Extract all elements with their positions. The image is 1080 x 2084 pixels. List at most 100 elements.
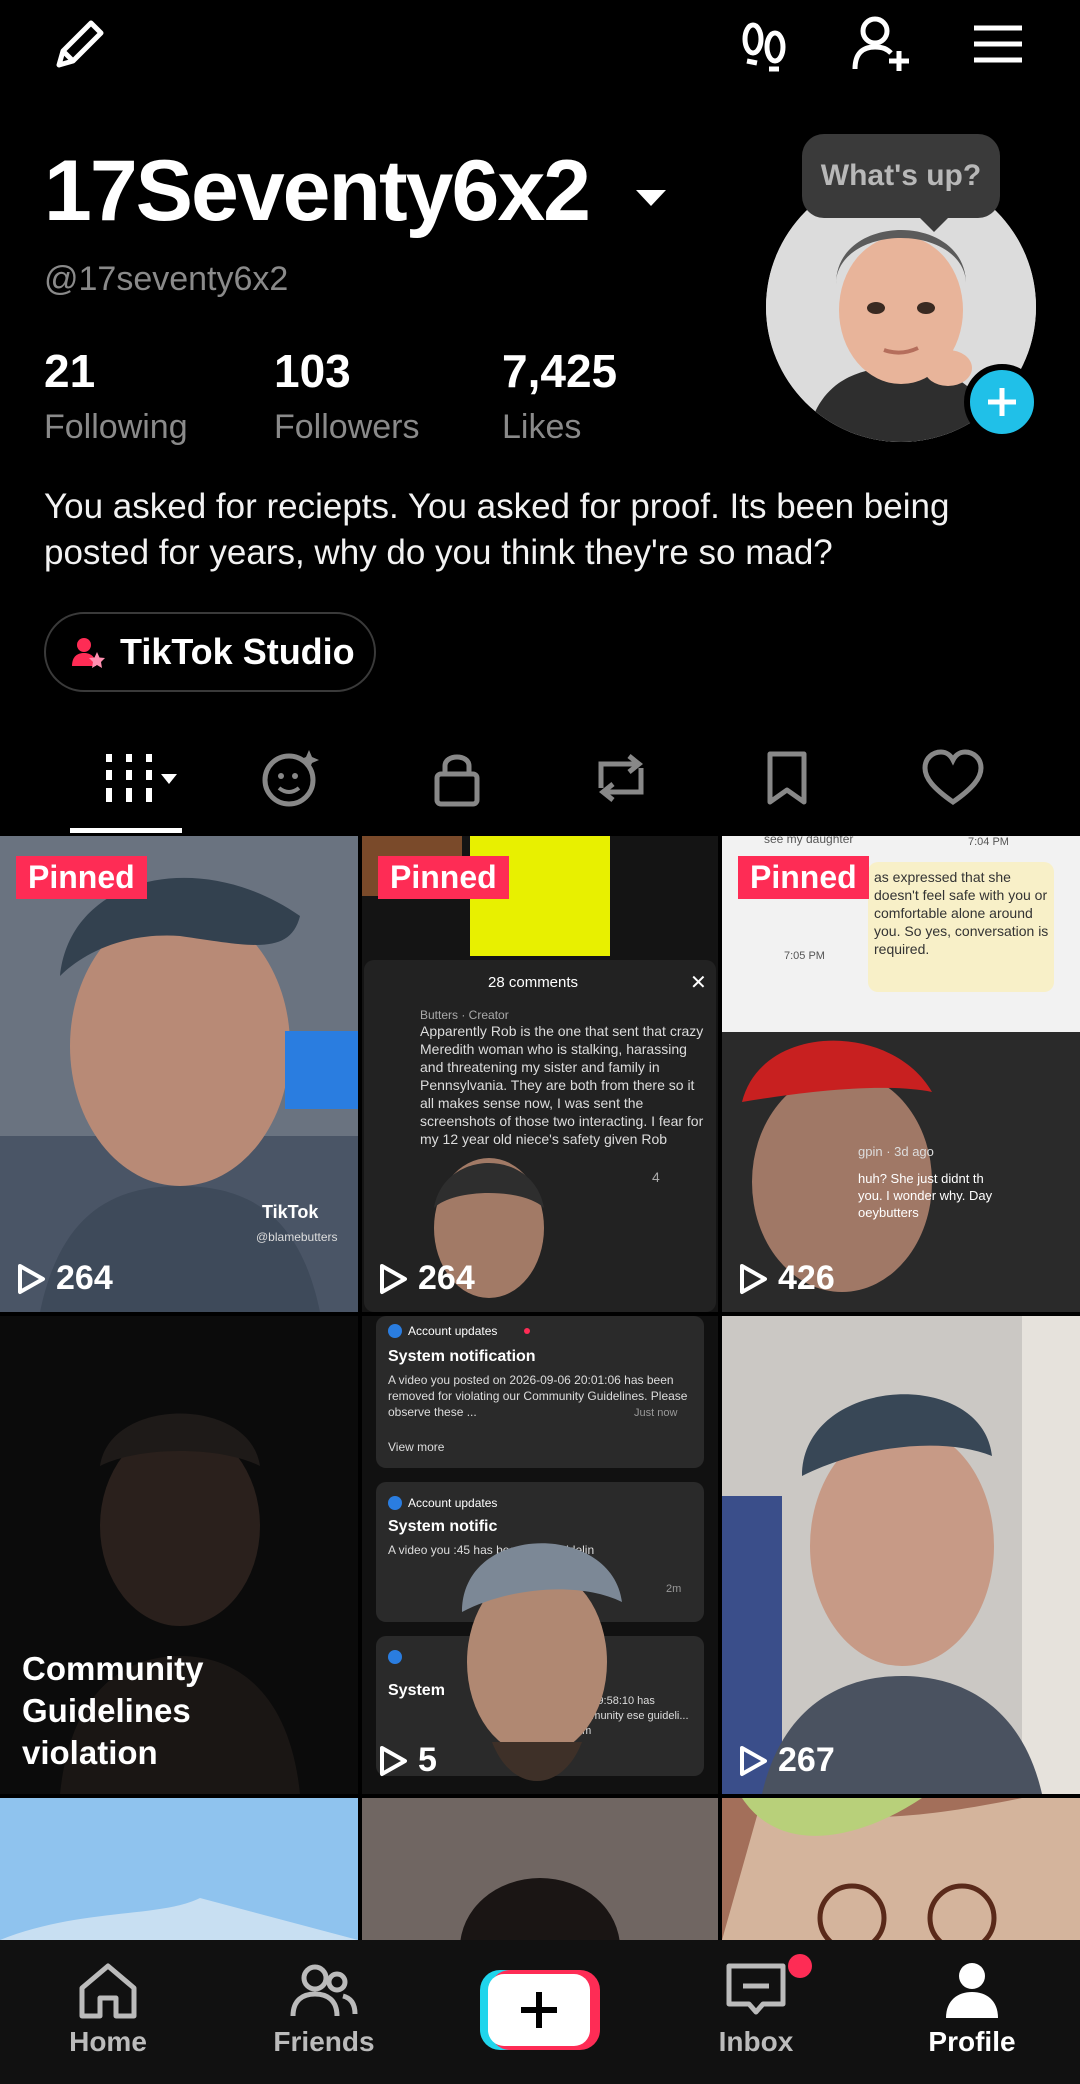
view-count: 5 — [378, 1741, 437, 1780]
bookmark-icon — [767, 751, 807, 805]
profile-tabs — [0, 722, 1080, 834]
friends-icon — [290, 1964, 358, 2017]
tab-private[interactable] — [402, 722, 512, 834]
view-count: 264 — [16, 1259, 113, 1298]
nav-label: Home — [69, 2026, 147, 2057]
play-icon — [740, 1263, 767, 1294]
username[interactable]: 17Seventy6x2 — [44, 148, 591, 234]
edit-icon[interactable] — [44, 8, 116, 80]
bio: You asked for reciepts. You asked for pr… — [44, 487, 950, 572]
heart-icon — [922, 749, 984, 806]
stat-value: 21 — [44, 345, 96, 397]
stat-label: Followers — [274, 408, 420, 446]
chat-message: as expressed that she doesn't feel safe … — [874, 869, 1049, 957]
grid-video-2[interactable]: 28 comments ✕ Butters · Creator Apparent… — [362, 836, 718, 1312]
play-icon — [380, 1263, 407, 1294]
repost-icon — [598, 754, 644, 802]
view-count-value: 267 — [778, 1741, 835, 1779]
notification-time: Just now — [634, 1407, 678, 1419]
stat-followers[interactable]: 103 Followers — [274, 348, 419, 447]
notification-time: 2m — [666, 1583, 682, 1595]
view-count: 264 — [378, 1259, 475, 1298]
view-count: 267 — [738, 1741, 835, 1780]
view-more: View more — [388, 1440, 445, 1454]
play-icon — [380, 1745, 407, 1776]
nav-label: Friends — [273, 2026, 375, 2057]
stat-label: Likes — [502, 408, 582, 446]
account-updates-icon — [388, 1650, 402, 1664]
create-button[interactable] — [480, 1970, 600, 2050]
stat-value: 103 — [274, 345, 351, 397]
comment-body: Apparently Rob is the one that sent that… — [420, 1023, 704, 1147]
user-handle: @17seventy6x2 — [44, 260, 289, 298]
nav-label: Inbox — [718, 2026, 794, 2057]
active-tab-indicator — [70, 828, 182, 833]
tab-reposts-ai[interactable] — [236, 722, 346, 834]
grid-video-5[interactable]: Account updates System notification A vi… — [362, 1316, 718, 1794]
nav-friends[interactable]: Friends — [244, 1940, 404, 2084]
account-updates-icon — [388, 1496, 402, 1510]
tiktok-watermark: TikTok — [262, 1202, 319, 1222]
grid-video-1[interactable]: Pinned TikTok @blamebutters 264 — [0, 836, 358, 1312]
caption-text: huh? She just didnt th you. I wonder why… — [858, 1171, 993, 1220]
pinned-badge: Pinned — [378, 856, 509, 899]
play-icon — [18, 1263, 45, 1294]
view-count-value: 426 — [778, 1259, 835, 1297]
home-icon — [79, 1963, 137, 2019]
chat-time-1: 7:04 PM — [968, 836, 1009, 848]
nav-label: Profile — [928, 2026, 1016, 2057]
view-count: 426 — [738, 1259, 835, 1298]
close-icon: ✕ — [690, 972, 707, 994]
comment-likes: 4 — [652, 1169, 660, 1185]
tab-saved[interactable] — [732, 722, 842, 834]
grid-video-7[interactable] — [0, 1798, 358, 1940]
stat-following[interactable]: 21 Following — [44, 348, 188, 447]
watermark-handle: @blamebutters — [256, 1230, 338, 1244]
violation-overlay: Community Guidelines violation — [22, 1650, 204, 1771]
unread-dot — [524, 1328, 530, 1334]
studio-icon — [72, 638, 105, 668]
view-count-value: 5 — [418, 1741, 437, 1779]
create-icon — [480, 1970, 600, 2050]
profile-icon — [946, 1963, 998, 2018]
chat-top-text: see my daughter — [764, 836, 854, 846]
comments-count: 28 comments — [488, 974, 579, 991]
notification-title: System notification — [388, 1348, 536, 1365]
tiktok-studio-button[interactable]: TikTok Studio — [44, 612, 376, 692]
pinned-badge: Pinned — [738, 856, 869, 899]
stat-value: 7,425 — [502, 345, 618, 397]
lock-icon — [434, 754, 480, 807]
grid-video-8[interactable] — [362, 1798, 718, 1940]
face-sparkle-icon — [262, 750, 319, 807]
tab-videos[interactable] — [80, 722, 190, 834]
chat-time-2: 7:05 PM — [784, 950, 825, 962]
notification-card-1: Account updates System notification A vi… — [376, 1316, 704, 1468]
add-friend-icon[interactable] — [846, 8, 918, 80]
grid-video-9[interactable] — [722, 1798, 1080, 1940]
grid-video-6[interactable]: 267 — [722, 1316, 1080, 1794]
footprints-icon[interactable] — [728, 8, 800, 80]
studio-label: TikTok Studio — [120, 631, 355, 672]
nav-home[interactable]: Home — [28, 1940, 188, 2084]
menu-icon[interactable] — [962, 8, 1034, 80]
inbox-icon — [726, 1963, 786, 2015]
add-story-button[interactable] — [964, 364, 1040, 440]
nav-profile[interactable]: Profile — [892, 1940, 1052, 2084]
account-updates-icon — [388, 1324, 402, 1338]
grid-video-3[interactable]: see my daughter 7:04 PM as expressed tha… — [722, 836, 1080, 1312]
account-switch-caret-icon[interactable] — [636, 190, 666, 206]
stat-label: Following — [44, 408, 188, 446]
plus-icon — [988, 388, 1016, 416]
tab-reposts[interactable] — [566, 722, 676, 834]
grid-video-4[interactable]: Community Guidelines violation — [0, 1316, 358, 1794]
caption-user: gpin · 3d ago — [858, 1144, 934, 1159]
view-count-value: 264 — [418, 1259, 475, 1297]
nav-inbox[interactable]: Inbox — [676, 1940, 836, 2084]
avatar-status-bubble[interactable]: What's up? — [802, 134, 1000, 232]
inbox-notification-dot — [788, 1954, 812, 1978]
stat-likes[interactable]: 7,425 Likes — [502, 348, 617, 447]
notification-header: Account updates — [408, 1324, 498, 1338]
thumb-man-cap — [462, 1543, 622, 1781]
pinned-badge: Pinned — [16, 856, 147, 899]
tab-liked[interactable] — [898, 722, 1008, 834]
